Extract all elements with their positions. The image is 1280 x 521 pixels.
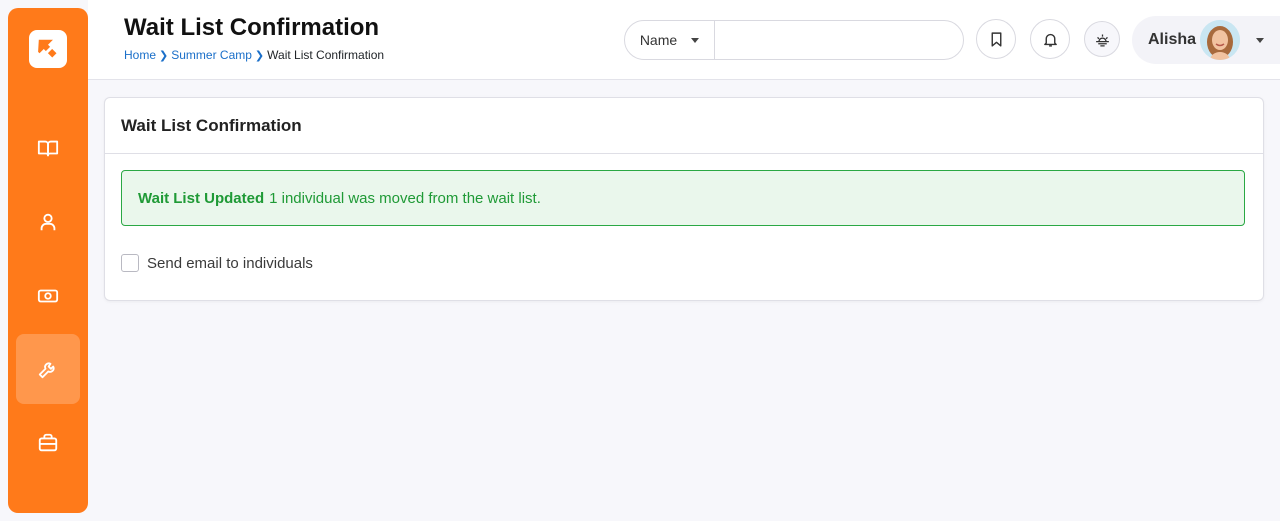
bookmark-icon xyxy=(991,31,1001,47)
search-field-label: Name xyxy=(639,32,678,48)
briefcase-icon xyxy=(38,433,58,452)
confirmation-card: Wait List Confirmation Wait List Updated… xyxy=(104,97,1264,301)
user-name: Alisha xyxy=(1148,31,1197,48)
caret-down-icon xyxy=(1256,38,1264,43)
sidebar-item-briefcase[interactable] xyxy=(16,408,80,478)
chevron-right-icon: ❯ xyxy=(159,49,169,62)
search-group: Name xyxy=(624,20,964,60)
wrench-icon xyxy=(38,362,55,379)
send-email-option[interactable]: Send email to individuals xyxy=(121,254,313,272)
sidebar-item-tools[interactable] xyxy=(16,334,80,404)
alert-heading: Wait List Updated xyxy=(138,189,265,207)
sidebar xyxy=(8,8,88,513)
sidebar-item-person[interactable] xyxy=(16,187,80,257)
page-title: Wait List Confirmation xyxy=(124,14,380,41)
search-input[interactable] xyxy=(715,21,963,59)
breadcrumb-home[interactable]: Home xyxy=(124,48,156,62)
sidebar-item-money[interactable] xyxy=(16,261,80,331)
card-title: Wait List Confirmation xyxy=(105,98,1263,154)
logo-icon[interactable] xyxy=(29,30,67,68)
success-alert: Wait List Updated 1 individual was moved… xyxy=(121,170,1245,226)
sunrise-icon xyxy=(1095,34,1109,47)
sidebar-item-book[interactable] xyxy=(16,113,80,183)
breadcrumb-current: Wait List Confirmation xyxy=(267,48,385,62)
chevron-right-icon: ❯ xyxy=(254,49,265,62)
breadcrumb: Home ❯ Summer Camp ❯ Wait List Confirmat… xyxy=(124,48,384,62)
user-menu[interactable]: Alisha xyxy=(1132,16,1280,64)
alert-message: 1 individual was moved from the wait lis… xyxy=(269,189,541,207)
header: Wait List Confirmation Home ❯ Summer Cam… xyxy=(88,0,1280,80)
person-icon xyxy=(40,213,56,231)
send-email-label: Send email to individuals xyxy=(147,254,313,272)
breadcrumb-summer-camp[interactable]: Summer Camp xyxy=(171,48,252,62)
bell-icon xyxy=(1043,33,1057,47)
avatar xyxy=(1200,20,1240,60)
book-icon xyxy=(37,140,59,157)
money-icon xyxy=(37,289,59,303)
send-email-checkbox[interactable] xyxy=(121,254,139,272)
caret-down-icon xyxy=(691,37,700,43)
search-field-select[interactable]: Name xyxy=(625,21,715,59)
bookmark-button[interactable] xyxy=(976,19,1016,59)
theme-toggle-button[interactable] xyxy=(1084,21,1120,57)
notifications-button[interactable] xyxy=(1030,19,1070,59)
